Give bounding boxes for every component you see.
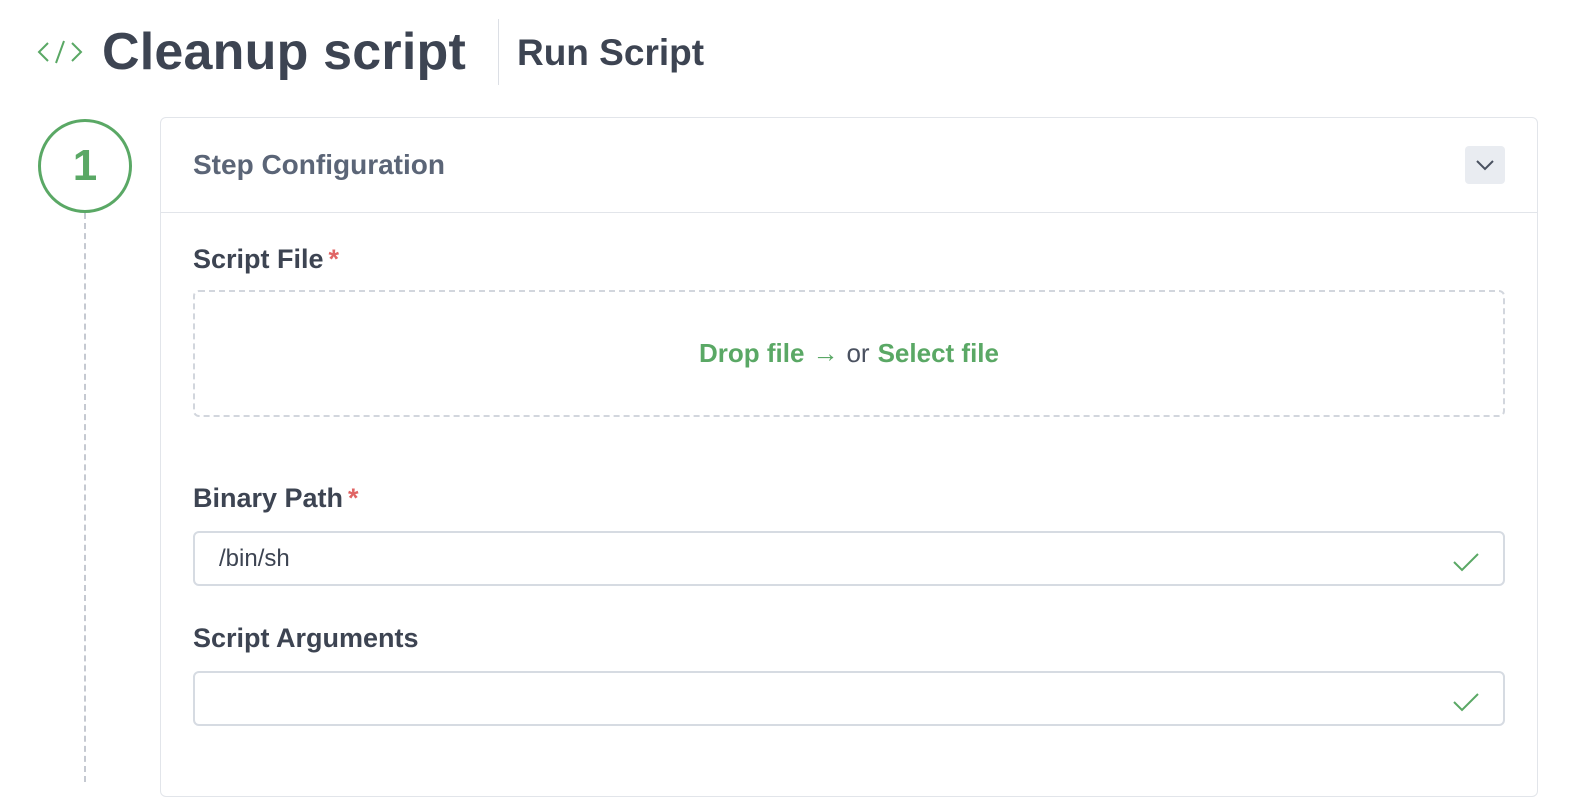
step-configuration-card: Step Configuration Script File * Drop fi…: [160, 117, 1538, 797]
binary-path-label-text: Binary Path: [193, 483, 344, 513]
page-title: Cleanup script: [102, 23, 466, 81]
page-header: Cleanup script Run Script: [36, 18, 704, 86]
chevron-down-icon: [1475, 159, 1495, 171]
step-number: 1: [72, 141, 98, 190]
select-file-link[interactable]: Select file: [878, 338, 999, 369]
binary-path-input[interactable]: /bin/sh: [193, 531, 1505, 586]
page-subtitle: Run Script: [516, 31, 705, 73]
card-header[interactable]: Step Configuration: [161, 118, 1537, 213]
script-file-label-text: Script File: [193, 244, 324, 274]
script-file-dropzone[interactable]: Drop file → or Select file: [193, 290, 1505, 417]
script-arguments-input[interactable]: [193, 671, 1505, 726]
binary-path-value[interactable]: /bin/sh: [219, 545, 1451, 573]
arrow-right-icon: →: [812, 338, 839, 368]
script-arguments-label: Script Arguments: [193, 623, 419, 654]
card-title: Step Configuration: [193, 149, 445, 180]
check-icon: [1451, 550, 1481, 574]
script-arguments-label-text: Script Arguments: [193, 623, 419, 653]
or-text: or: [846, 338, 870, 368]
required-marker: *: [348, 483, 359, 513]
step-number-badge: 1: [38, 119, 132, 213]
binary-path-label: Binary Path *: [193, 483, 359, 514]
drop-file-link[interactable]: Drop file: [699, 338, 804, 369]
step-connector-line: [84, 213, 86, 782]
required-marker: *: [328, 244, 340, 274]
script-file-label: Script File *: [193, 244, 339, 275]
check-icon: [1451, 690, 1481, 714]
collapse-button[interactable]: [1465, 146, 1505, 184]
header-divider: [497, 19, 499, 85]
code-icon: [36, 37, 86, 67]
